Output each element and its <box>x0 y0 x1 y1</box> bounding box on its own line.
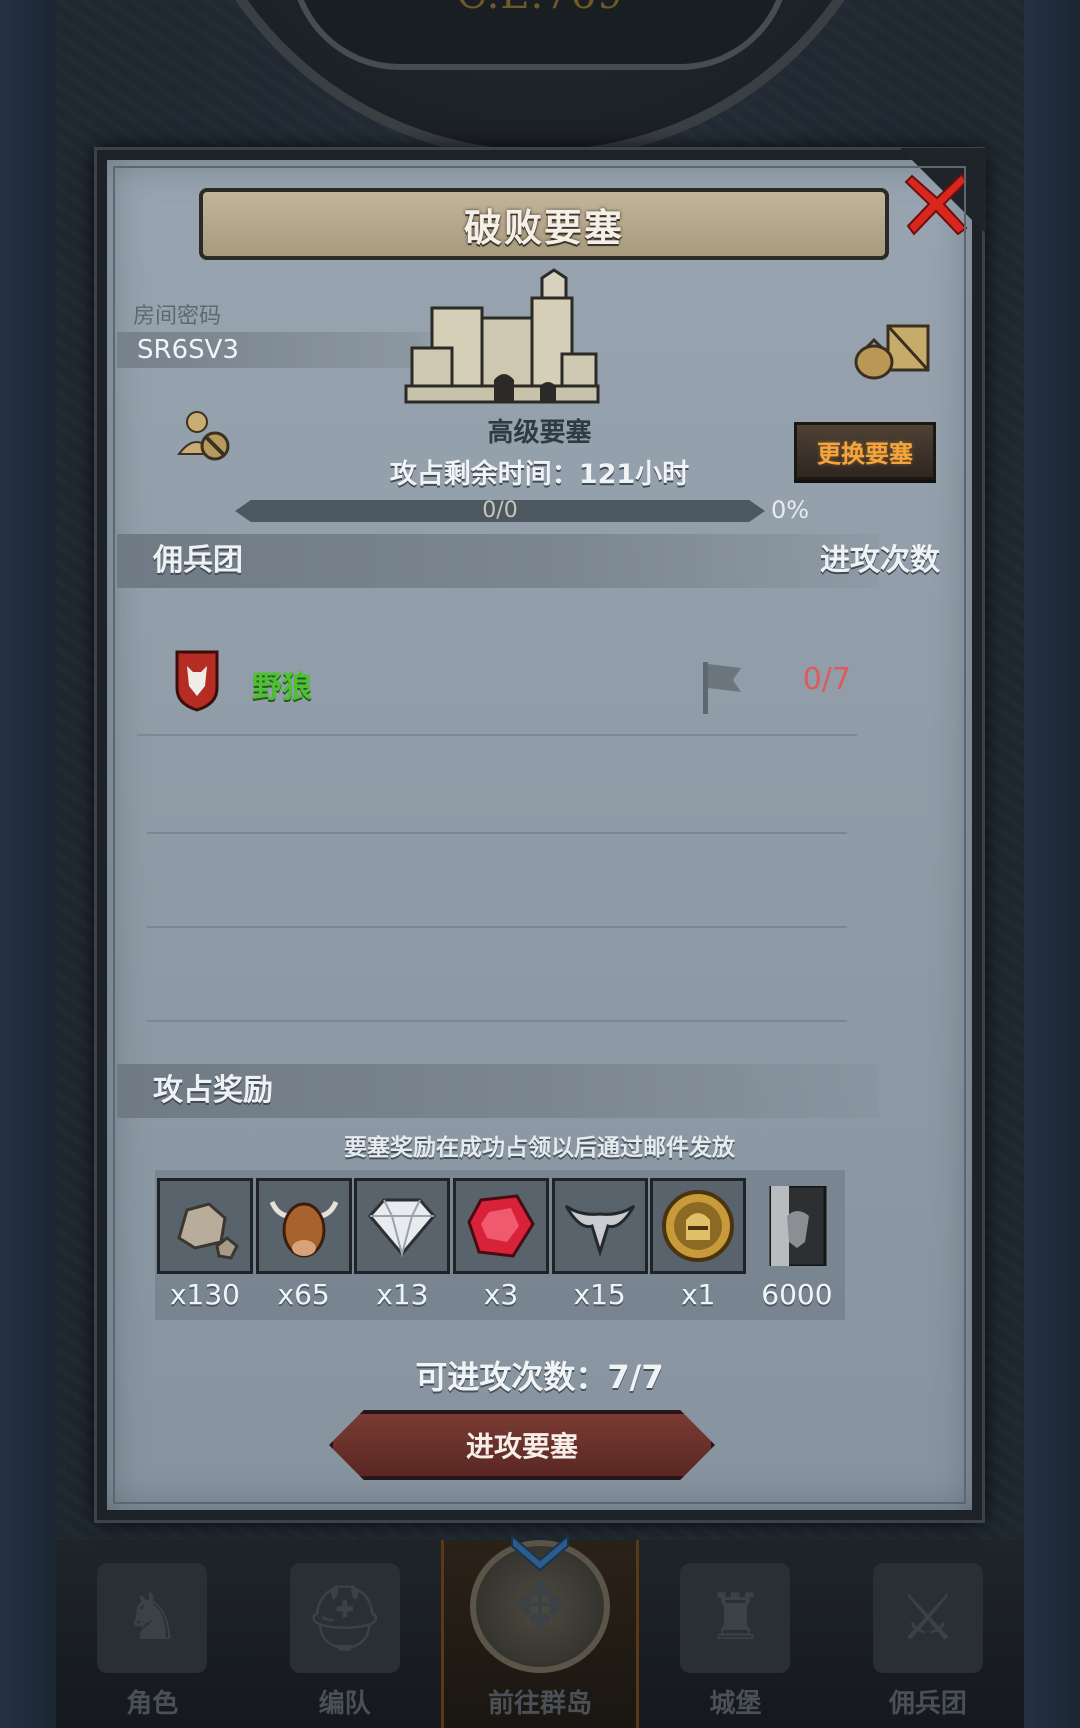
wolf-shield-icon <box>175 650 219 712</box>
reward-count: x15 <box>573 1278 626 1311</box>
chevron-down-icon <box>511 1533 570 1572</box>
stone-icon <box>157 1178 253 1274</box>
capture-progress-bar: 0/0 <box>235 500 765 522</box>
title-banner: 破败要塞 <box>199 188 889 260</box>
reward-item-ruby[interactable]: x3 <box>452 1178 549 1320</box>
reward-section-header: 攻占奖励 <box>117 1064 879 1118</box>
room-code-value[interactable]: SR6SV3 <box>137 332 239 368</box>
reward-item-medal[interactable]: x1 <box>650 1178 747 1320</box>
castle-icon <box>404 268 600 404</box>
reward-list: x130 x65 x13 x3 x15 x1 6000 <box>155 1170 845 1320</box>
time-remaining: 攻占剩余时间：121小时 <box>389 459 690 490</box>
nav-label: 编队 <box>318 1689 371 1719</box>
reward-item-diamond[interactable]: x13 <box>354 1178 451 1320</box>
diamond-icon <box>354 1178 451 1274</box>
horns-icon <box>551 1178 648 1274</box>
reward-item-ox[interactable]: x65 <box>255 1178 352 1320</box>
empty-row-divider <box>147 926 847 928</box>
fortress-dialog: 破败要塞 房间密码 SR6SV3 高级要塞 更换要塞 攻占剩余时间：121小时 … <box>94 147 986 1523</box>
nav-item-mercenary[interactable]: ⚔ 佣兵团 <box>832 1540 1024 1728</box>
era-dial-inner: C.E.769 <box>290 0 790 70</box>
nav-item-castle[interactable]: ♜ 城堡 <box>639 1540 831 1728</box>
nav-item-character[interactable]: ♞ 角色 <box>56 1540 248 1728</box>
reward-count: 6000 <box>761 1278 833 1311</box>
reward-section-title: 攻占奖励 <box>153 1073 273 1108</box>
mercenary-section-title: 佣兵团 <box>153 543 243 578</box>
reward-count: x13 <box>376 1278 429 1311</box>
ruby-icon <box>452 1178 549 1274</box>
helmet-medal-icon <box>650 1178 747 1274</box>
room-code-label: 房间密码 <box>133 304 222 329</box>
reward-count: x65 <box>277 1278 330 1311</box>
mercenary-row[interactable]: 野狼 0/7 <box>137 648 857 736</box>
dialog-title: 破败要塞 <box>463 205 624 250</box>
nav-item-islands[interactable]: ✥ 前往群岛 <box>440 1533 640 1728</box>
ox-head-icon <box>255 1178 352 1274</box>
reward-count: x3 <box>483 1278 519 1311</box>
reward-count: x1 <box>681 1278 716 1311</box>
left-frame <box>0 0 56 1728</box>
mercenary-attack-count: 0/7 <box>802 662 851 697</box>
close-icon[interactable] <box>902 168 972 238</box>
flag-icon <box>703 662 741 714</box>
reward-item-stone[interactable]: x130 <box>157 1178 253 1320</box>
remaining-attempts: 可进攻次数：7/7 <box>415 1358 664 1396</box>
progress-text: 0/0 <box>482 498 518 523</box>
nav-label: 佣兵团 <box>888 1689 967 1719</box>
era-label: C.E.769 <box>296 0 784 18</box>
supply-bag-icon[interactable] <box>852 320 932 380</box>
mercenary-icon: ⚔ <box>872 1563 983 1673</box>
reward-note: 要塞奖励在成功占领以后通过邮件发放 <box>344 1135 735 1161</box>
attack-fortress-button[interactable]: 进攻要塞 <box>329 1410 715 1480</box>
empty-row-divider <box>147 832 847 834</box>
mercenary-section-header: 佣兵团 <box>117 534 879 588</box>
reward-item-banner[interactable]: 6000 <box>749 1178 845 1320</box>
nav-label: 角色 <box>126 1689 179 1719</box>
bottom-nav: ♞ 角色 ⛑ 编队 ✥ 前往群岛 ♜ 城堡 ⚔ 佣兵团 <box>56 1533 1024 1728</box>
attack-count-header: 进攻次数 <box>820 543 940 578</box>
nav-label: 城堡 <box>709 1689 762 1719</box>
empty-row-divider <box>147 1020 847 1022</box>
progress-percent: 0% <box>771 496 810 524</box>
reward-item-horns[interactable]: x15 <box>551 1178 648 1320</box>
helmet-icon: ⛑ <box>289 1563 400 1673</box>
right-frame <box>1024 0 1080 1728</box>
knight-icon: ♞ <box>97 1563 208 1673</box>
reward-count: x130 <box>169 1278 240 1311</box>
nav-label: 前往群岛 <box>488 1689 593 1719</box>
banner-icon <box>749 1178 845 1274</box>
nav-item-formation[interactable]: ⛑ 编队 <box>248 1540 440 1728</box>
castle-icon: ♜ <box>680 1563 791 1673</box>
mercenary-name: 野狼 <box>252 670 312 705</box>
